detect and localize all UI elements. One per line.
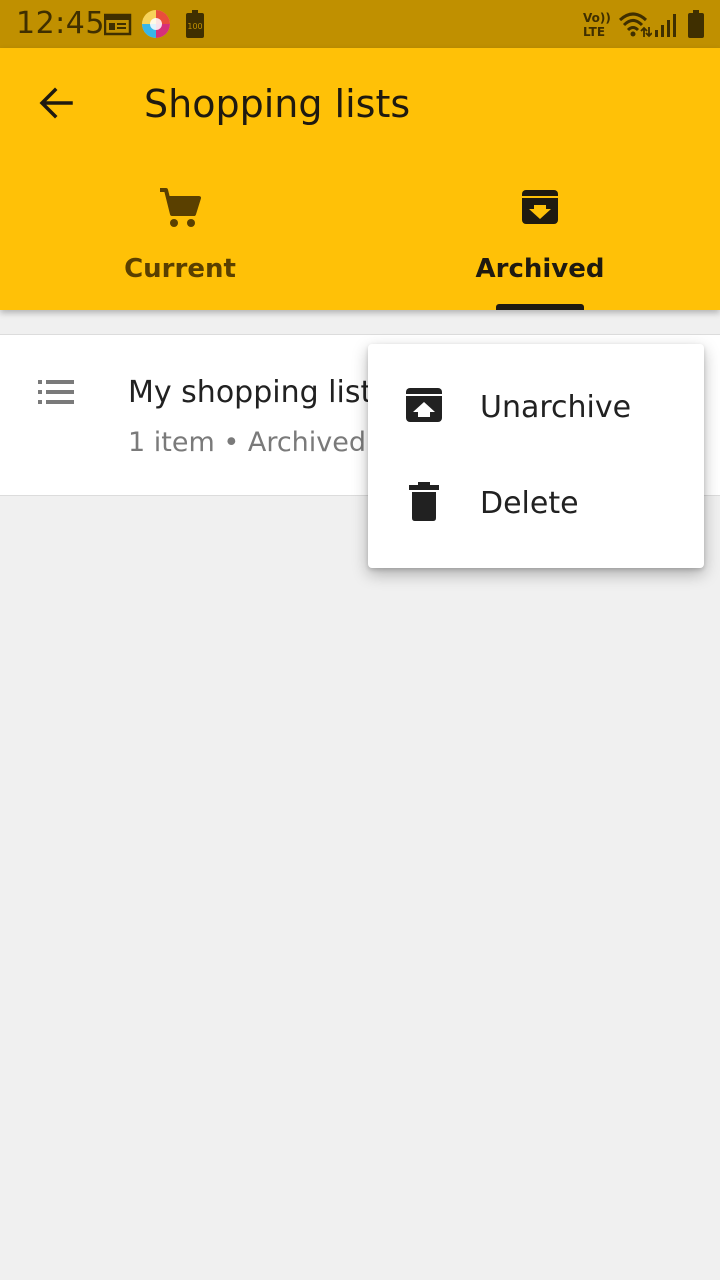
page-title: Shopping lists	[144, 82, 411, 126]
app-bar: Shopping lists Current Archived	[0, 48, 720, 310]
tab-current-label: Current	[124, 254, 236, 284]
battery-icon	[688, 10, 704, 38]
delete-menu-item[interactable]: Delete	[368, 456, 704, 552]
battery-charging-icon: 100	[186, 10, 204, 38]
tab-archived-label: Archived	[475, 254, 605, 284]
app-notification-icon	[140, 8, 172, 40]
list-title: My shopping list	[128, 375, 373, 410]
tab-current[interactable]: Current	[0, 178, 360, 310]
status-time: 12:45	[16, 6, 105, 41]
context-menu: Unarchive Delete	[368, 344, 704, 568]
unarchive-icon	[404, 384, 444, 429]
archive-icon	[520, 186, 560, 231]
wifi-icon	[618, 10, 652, 38]
unarchive-label: Unarchive	[480, 390, 632, 425]
list-subtitle: 1 item • Archived a	[128, 427, 392, 458]
volte-icon: Vo)) LTE	[582, 10, 612, 38]
svg-text:Vo)): Vo))	[583, 11, 611, 25]
battery-level-label: 100	[187, 22, 202, 31]
svg-text:LTE: LTE	[583, 25, 605, 38]
calendar-icon	[104, 12, 132, 36]
delete-label: Delete	[480, 486, 579, 521]
tab-indicator	[496, 304, 584, 310]
tab-archived[interactable]: Archived	[360, 178, 720, 310]
arrow-back-icon	[38, 85, 74, 126]
status-bar: 12:45 100 Vo)) LTE	[0, 0, 720, 48]
signal-icon	[654, 12, 680, 38]
cart-icon	[158, 186, 202, 235]
delete-icon	[404, 480, 444, 527]
list-icon	[36, 379, 76, 410]
back-button[interactable]	[24, 76, 88, 134]
unarchive-menu-item[interactable]: Unarchive	[368, 360, 704, 456]
